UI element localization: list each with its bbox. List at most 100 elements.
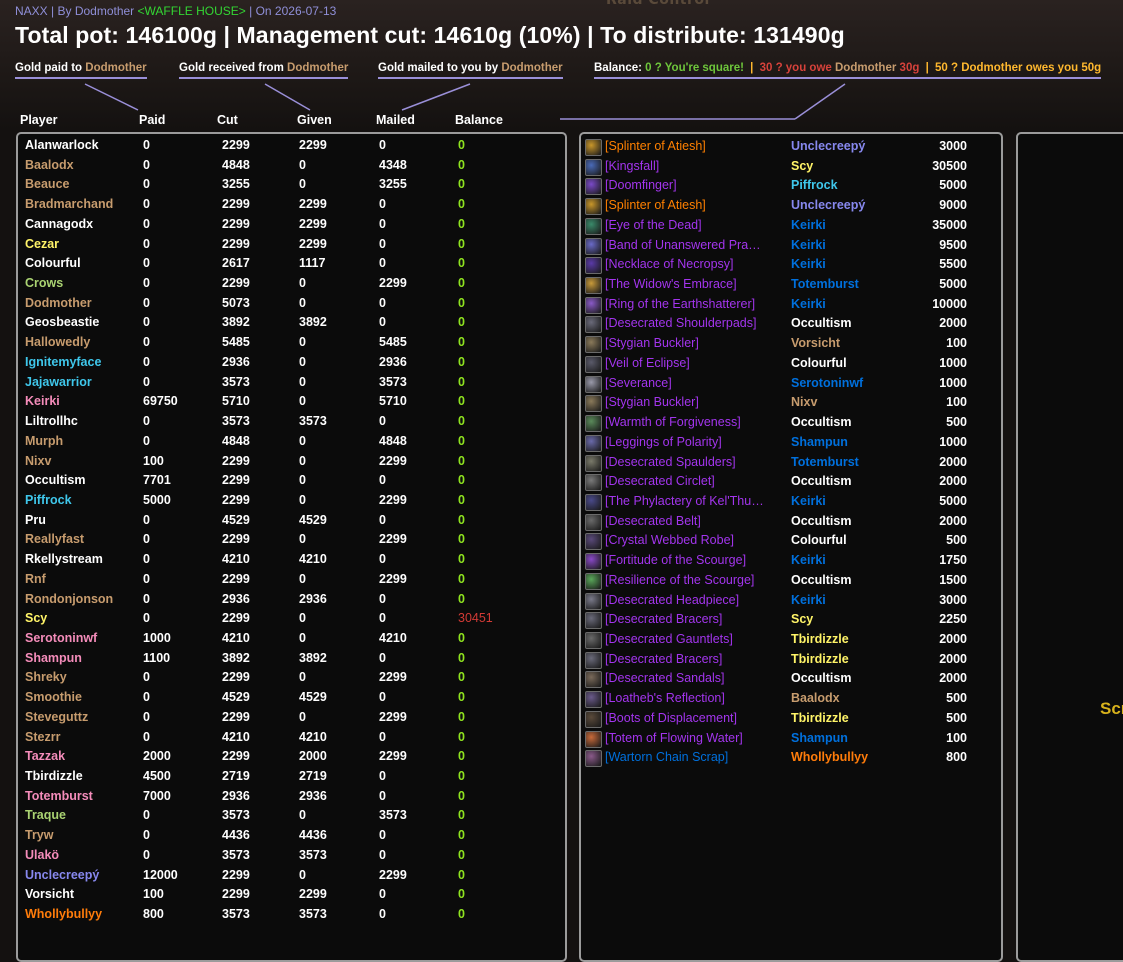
player-given: 0 (299, 670, 306, 685)
item-link[interactable]: [Kingsfall] (605, 159, 783, 173)
player-cut: 2617 (222, 256, 250, 271)
item-link[interactable]: [Totem of Flowing Water] (605, 731, 783, 745)
item-link[interactable]: [Band of Unanswered Pra… (605, 238, 783, 252)
scroll-icon[interactable] (585, 553, 602, 571)
mace-icon[interactable] (585, 277, 602, 295)
chain-scrap-icon[interactable] (585, 750, 602, 768)
item-link[interactable]: [Doomfinger] (605, 178, 783, 192)
item-price: 1000 (939, 355, 967, 370)
helm-icon[interactable] (585, 592, 602, 610)
item-winner: Occultism (791, 316, 852, 331)
boots-icon[interactable] (585, 671, 602, 689)
item-link[interactable]: [Crystal Webbed Robe] (605, 533, 783, 547)
player-name: Hallowedly (25, 335, 91, 350)
item-price: 500 (946, 415, 967, 430)
player-paid: 1100 (143, 650, 171, 665)
necklace-icon[interactable] (585, 257, 602, 275)
player-name: Vorsicht (25, 887, 75, 902)
item-link[interactable]: [Desecrated Belt] (605, 514, 783, 528)
axe-icon[interactable] (585, 375, 602, 393)
item-link[interactable]: [Stygian Buckler] (605, 395, 783, 409)
trinket-icon[interactable] (585, 691, 602, 709)
boots-icon[interactable] (585, 710, 602, 728)
item-link[interactable]: [Wartorn Chain Scrap] (605, 750, 783, 764)
player-given: 2936 (299, 788, 327, 803)
item-winner: Keirki (791, 296, 826, 311)
shield-icon[interactable] (585, 336, 602, 354)
scroll-icon[interactable] (585, 572, 602, 590)
cloak-icon[interactable] (585, 355, 602, 373)
item-link[interactable]: [Splinter of Atiesh] (605, 198, 783, 212)
item-link[interactable]: [Splinter of Atiesh] (605, 139, 783, 153)
player-balance: 0 (458, 354, 465, 369)
shoulder-icon[interactable] (585, 316, 602, 334)
phylactery-icon[interactable] (585, 493, 602, 511)
player-cut: 2299 (222, 197, 250, 212)
robe-icon[interactable] (585, 533, 602, 551)
item-link[interactable]: [Eye of the Dead] (605, 218, 783, 232)
item-price: 9500 (939, 237, 967, 252)
item-link[interactable]: [Boots of Displacement] (605, 711, 783, 725)
item-link[interactable]: [Stygian Buckler] (605, 336, 783, 350)
gloves-icon[interactable] (585, 632, 602, 649)
item-winner: Occultism (791, 513, 852, 528)
totem-icon[interactable] (585, 730, 602, 748)
player-name: Smoothie (25, 690, 82, 705)
player-name: Colourful (25, 256, 81, 271)
helm-icon[interactable] (585, 474, 602, 492)
player-paid: 12000 (143, 867, 178, 882)
shoulder-icon[interactable] (585, 454, 602, 472)
dagger-icon[interactable] (585, 158, 602, 176)
bracer-icon[interactable] (585, 612, 602, 630)
item-link[interactable]: [Desecrated Bracers] (605, 652, 783, 666)
player-given: 3573 (299, 414, 327, 429)
item-link[interactable]: [Severance] (605, 376, 783, 390)
item-link[interactable]: [Ring of the Earthshatterer] (605, 297, 783, 311)
item-link[interactable]: [Desecrated Bracers] (605, 612, 783, 626)
player-balance: 0 (458, 749, 465, 764)
item-link[interactable]: [Desecrated Shoulderpads] (605, 316, 783, 330)
item-link[interactable]: [Veil of Eclipse] (605, 356, 783, 370)
item-link[interactable]: [Warmth of Forgiveness] (605, 415, 783, 429)
item-link[interactable]: [Desecrated Circlet] (605, 474, 783, 488)
item-link[interactable]: [Loatheb's Reflection] (605, 691, 783, 705)
players-panel[interactable] (16, 132, 567, 962)
legend-connector-lines (84, 83, 846, 120)
player-balance: 0 (458, 769, 465, 784)
item-link[interactable]: [Desecrated Gauntlets] (605, 632, 783, 646)
ring-icon[interactable] (585, 296, 602, 314)
item-link[interactable]: [Desecrated Headpiece] (605, 593, 783, 607)
splinter-icon[interactable] (585, 198, 602, 216)
splinter-icon[interactable] (585, 139, 602, 156)
player-paid: 0 (143, 295, 150, 310)
player-mailed: 3573 (379, 374, 407, 389)
trinket-icon[interactable] (585, 217, 602, 235)
item-link[interactable]: [Resilience of the Scourge] (605, 573, 783, 587)
player-mailed: 4210 (379, 631, 407, 645)
connector-given (264, 83, 311, 111)
item-link[interactable]: [Leggings of Polarity] (605, 435, 783, 449)
item-winner: Totemburst (791, 277, 859, 292)
shield-icon[interactable] (585, 395, 602, 413)
item-winner: Shampun (791, 730, 848, 745)
belt-icon[interactable] (585, 513, 602, 531)
item-link[interactable]: [The Widow's Embrace] (605, 277, 783, 291)
player-balance: 0 (458, 847, 465, 862)
player-paid: 0 (143, 709, 150, 724)
item-winner: Occultism (791, 474, 852, 489)
legs-icon[interactable] (585, 434, 602, 452)
player-given: 1117 (299, 256, 326, 271)
item-link[interactable]: [The Phylactery of Kel'Thu… (605, 494, 783, 508)
item-link[interactable]: [Fortitude of the Scourge] (605, 553, 783, 567)
bracer-icon[interactable] (585, 651, 602, 669)
player-balance: 0 (458, 907, 465, 922)
trinket-icon[interactable] (585, 415, 602, 433)
item-winner: Whollybullyy (791, 750, 869, 765)
item-link[interactable]: [Desecrated Spaulders] (605, 455, 783, 469)
player-cut: 2299 (222, 887, 250, 902)
item-link[interactable]: [Desecrated Sandals] (605, 671, 783, 685)
ring-icon[interactable] (585, 237, 602, 255)
item-link[interactable]: [Necklace of Necropsy] (605, 257, 783, 271)
player-cut: 3892 (222, 650, 250, 665)
wand-icon[interactable] (585, 178, 602, 196)
